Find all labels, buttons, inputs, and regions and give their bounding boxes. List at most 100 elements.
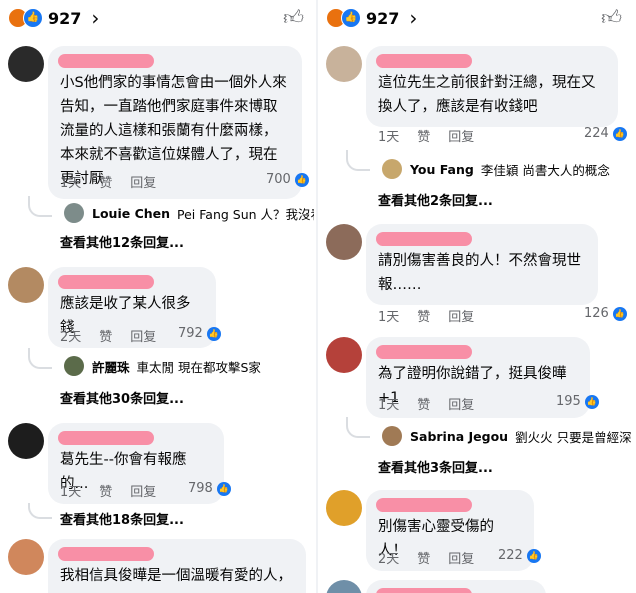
view-more-replies[interactable]: 查看其他30条回复... bbox=[60, 388, 184, 407]
view-more-replies[interactable]: 查看其他2条回复... bbox=[378, 190, 493, 209]
avatar[interactable] bbox=[8, 423, 44, 459]
left-reaction-summary[interactable]: 👍 927 › bbox=[8, 8, 99, 28]
chevron-right-icon[interactable]: › bbox=[91, 8, 99, 28]
comment-actions: 1天 赞 回复 bbox=[378, 126, 492, 145]
reply-avatar bbox=[382, 426, 402, 446]
like-thumb-icon[interactable]: 👍︎ bbox=[601, 5, 622, 30]
thread-line bbox=[28, 503, 52, 519]
reply-text: 李佳穎 尚書大人的概念 bbox=[480, 162, 610, 178]
comment-text: 小S他們家的事情怎會由一個外人來告知，一直踏他們家庭事件來博取流量的人這樣和張蘭… bbox=[60, 75, 287, 187]
avatar[interactable] bbox=[326, 580, 362, 593]
reply-link[interactable]: 回复 bbox=[130, 481, 156, 500]
redacted-name bbox=[376, 232, 472, 246]
like-count[interactable]: 126 👍 bbox=[584, 306, 627, 321]
thread-line bbox=[346, 150, 370, 171]
like-count[interactable]: 195 👍 bbox=[556, 394, 599, 409]
like-badge-icon: 👍 bbox=[612, 306, 627, 321]
like-count[interactable]: 700 👍 bbox=[266, 172, 309, 187]
like-link[interactable]: 赞 bbox=[417, 548, 430, 567]
like-count-value: 792 bbox=[178, 326, 203, 341]
reply-text: Pei Fang Sun 人？我沒看... bbox=[177, 206, 314, 222]
redacted-name bbox=[376, 498, 472, 512]
comment-time: 1天 bbox=[378, 310, 400, 325]
comment-time: 1天 bbox=[60, 485, 82, 500]
like-badge-icon: 👍 bbox=[612, 126, 627, 141]
like-count[interactable]: 798 👍 bbox=[188, 481, 231, 496]
like-link[interactable]: 赞 bbox=[417, 126, 430, 145]
reply-link[interactable]: 回复 bbox=[448, 394, 474, 413]
reaction-count: 927 bbox=[366, 8, 400, 28]
thread-line bbox=[28, 196, 52, 217]
redacted-name bbox=[58, 54, 154, 68]
like-count-value: 126 bbox=[584, 306, 609, 321]
comment-actions: 1天 赞 回复 bbox=[60, 481, 174, 500]
comment-actions: 1天 赞 回复 bbox=[378, 306, 492, 325]
reply-preview[interactable]: Louie Chen Pei Fang Sun 人？我沒看... bbox=[64, 203, 314, 223]
like-badge-icon: 👍 bbox=[294, 172, 309, 187]
like-count[interactable]: 224 👍 bbox=[584, 126, 627, 141]
comment-time: 2天 bbox=[60, 330, 82, 345]
like-badge-icon: 👍 bbox=[206, 326, 221, 341]
comment-bubble[interactable]: 請別傷害善良的人！不然會現世報…… bbox=[366, 224, 598, 305]
reply-text: 車太閒 現在都攻擊S家 bbox=[136, 359, 261, 375]
comment-actions: 1天 赞 回复 bbox=[60, 172, 174, 191]
avatar[interactable] bbox=[8, 46, 44, 82]
comment-actions: 2天 赞 回复 bbox=[60, 326, 174, 345]
like-count-value: 195 bbox=[556, 394, 581, 409]
reply-link[interactable]: 回复 bbox=[448, 126, 474, 145]
reply-link[interactable]: 回复 bbox=[448, 306, 474, 325]
avatar[interactable] bbox=[326, 46, 362, 82]
like-link[interactable]: 赞 bbox=[417, 394, 430, 413]
like-count[interactable]: 792 👍 bbox=[178, 326, 221, 341]
comment-text: 我相信具俊曄是一個溫暖有愛的人， bbox=[60, 568, 292, 584]
avatar[interactable] bbox=[326, 490, 362, 526]
avatar[interactable] bbox=[326, 337, 362, 373]
reply-link[interactable]: 回复 bbox=[130, 172, 156, 191]
view-more-replies[interactable]: 查看其他18条回复... bbox=[60, 509, 184, 528]
comment-bubble[interactable] bbox=[366, 580, 546, 593]
comment-time: 2天 bbox=[378, 552, 400, 567]
like-thumb-icon[interactable]: 👍︎ bbox=[283, 5, 304, 30]
like-reaction-icon: 👍 bbox=[341, 8, 361, 28]
right-reaction-summary[interactable]: 👍 927 › bbox=[326, 8, 417, 28]
avatar[interactable] bbox=[8, 539, 44, 575]
thread-line bbox=[346, 417, 370, 438]
reply-preview[interactable]: Sabrina Jegou 劉火火 只要是曾經深情... bbox=[382, 426, 632, 446]
chevron-right-icon[interactable]: › bbox=[409, 8, 417, 28]
reply-avatar bbox=[382, 159, 402, 179]
reply-author: Louie Chen bbox=[92, 205, 171, 221]
like-count-value: 700 bbox=[266, 172, 291, 187]
redacted-name bbox=[376, 345, 472, 359]
reply-avatar bbox=[64, 203, 84, 223]
comment-actions: 1天 赞 回复 bbox=[378, 394, 492, 413]
redacted-name bbox=[58, 275, 154, 289]
left-reaction-bar: 👍 927 › 👍︎ bbox=[8, 5, 310, 30]
like-link[interactable]: 赞 bbox=[99, 326, 112, 345]
comment-bubble[interactable]: 這位先生之前很針對汪總，現在又換人了，應該是有收錢吧 bbox=[366, 46, 618, 127]
reply-author: 許麗珠 bbox=[92, 359, 130, 375]
reply-preview[interactable]: 許麗珠 車太閒 現在都攻擊S家 bbox=[64, 356, 261, 376]
comment-actions: 2天 赞 回复 bbox=[378, 548, 492, 567]
right-comments-panel: 👍 927 › 👍︎ 這位先生之前很針對汪總，現在又換人了，應該是有收錢吧 1天… bbox=[322, 0, 632, 593]
reply-text: 劉火火 只要是曾經深情... bbox=[515, 429, 632, 445]
comment-bubble[interactable]: 我相信具俊曄是一個溫暖有愛的人， bbox=[48, 539, 306, 593]
thread-line bbox=[28, 348, 52, 369]
left-comments-panel: 👍 927 › 👍︎ 小S他們家的事情怎會由一個外人來告知，一直踏他們家庭事件來… bbox=[4, 0, 314, 593]
like-link[interactable]: 赞 bbox=[99, 172, 112, 191]
avatar[interactable] bbox=[8, 267, 44, 303]
reply-link[interactable]: 回复 bbox=[130, 326, 156, 345]
reply-link[interactable]: 回复 bbox=[448, 548, 474, 567]
like-link[interactable]: 赞 bbox=[417, 306, 430, 325]
view-more-replies[interactable]: 查看其他3条回复... bbox=[378, 457, 493, 476]
like-badge-icon: 👍 bbox=[526, 548, 541, 563]
view-more-replies[interactable]: 查看其他12条回复... bbox=[60, 232, 184, 251]
comment-time: 1天 bbox=[378, 398, 400, 413]
like-count-value: 798 bbox=[188, 481, 213, 496]
like-count[interactable]: 222 👍 bbox=[498, 548, 541, 563]
comment-time: 1天 bbox=[378, 130, 400, 145]
reaction-count: 927 bbox=[48, 8, 82, 28]
like-link[interactable]: 赞 bbox=[99, 481, 112, 500]
avatar[interactable] bbox=[326, 224, 362, 260]
redacted-name bbox=[376, 588, 472, 593]
reply-preview[interactable]: You Fang 李佳穎 尚書大人的概念 bbox=[382, 159, 610, 179]
